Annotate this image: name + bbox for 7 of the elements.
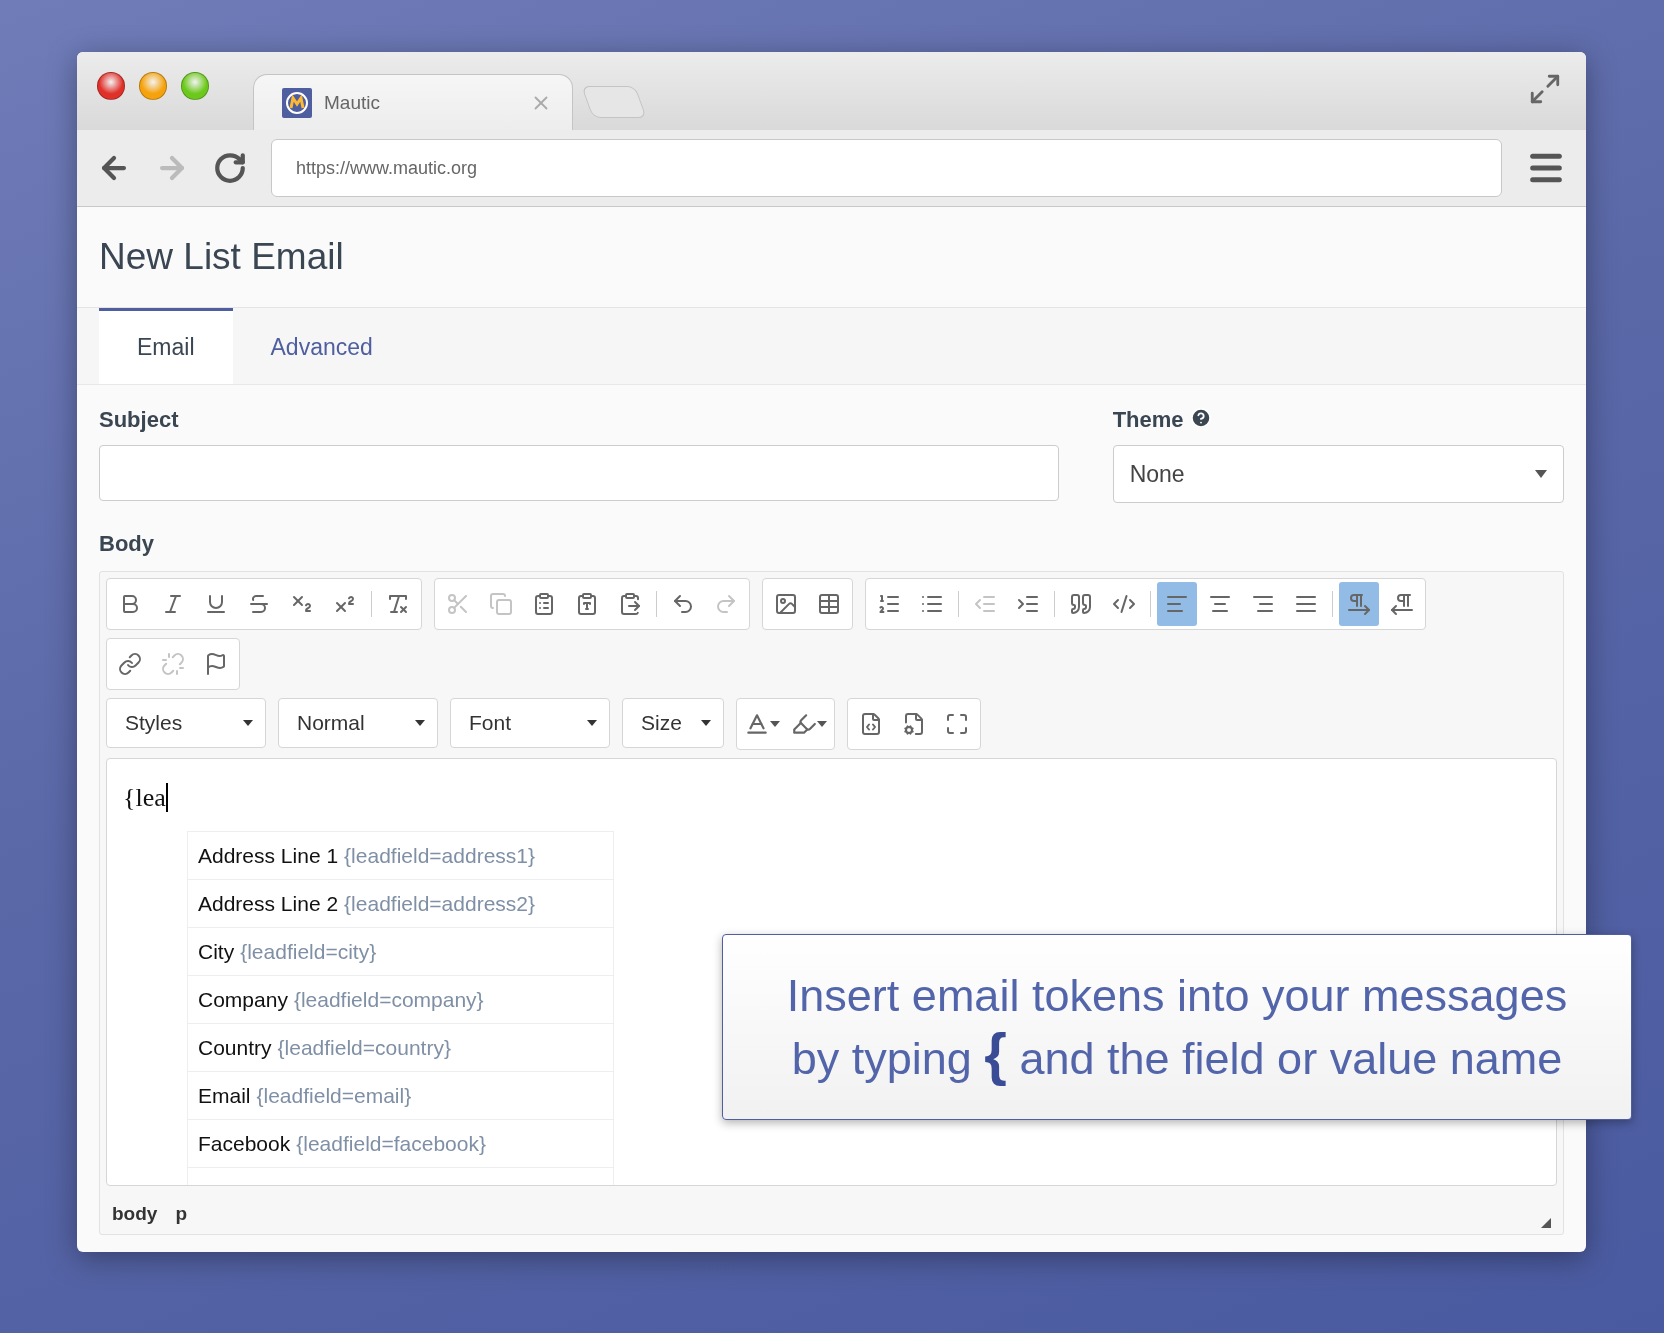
- body-label: Body: [99, 531, 155, 557]
- theme-label: Theme: [1112, 407, 1184, 433]
- callout-text: Insert email tokens into your messages by typing { and the field or value name: [785, 968, 1569, 1088]
- tab-title: Mautic: [324, 91, 381, 114]
- subject-label: Subject: [99, 407, 180, 433]
- typed-text: {lea: [123, 783, 168, 812]
- page-title: New List Email: [99, 236, 344, 278]
